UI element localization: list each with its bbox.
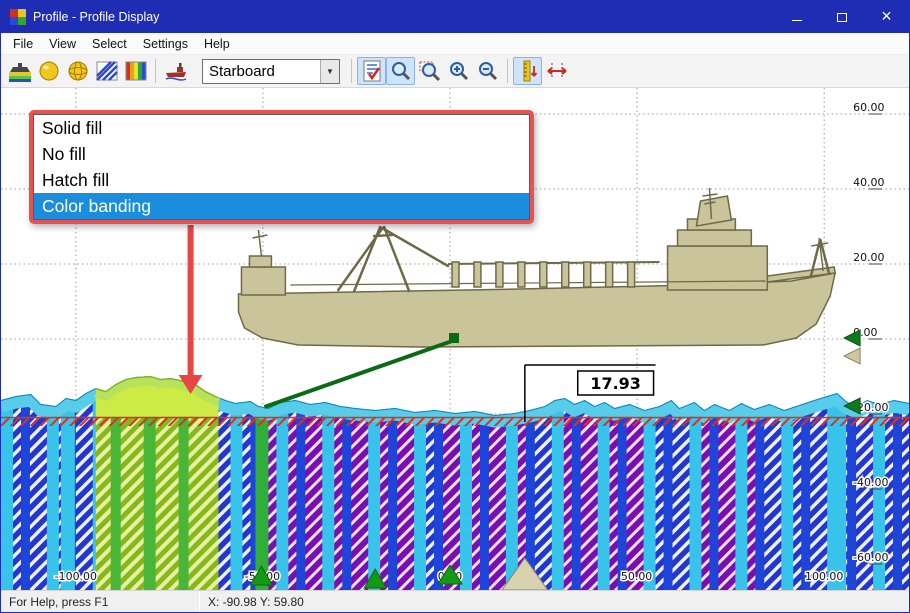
cursor-coordinates: X: -90.98 Y: 59.80 [200, 595, 304, 609]
measure-horizontal-icon[interactable] [542, 57, 571, 85]
window-title: Profile - Profile Display [33, 10, 774, 24]
side-select-value: Starboard [203, 63, 320, 80]
svg-text:-100.00: -100.00 [55, 570, 97, 583]
svg-text:100.00: 100.00 [805, 570, 843, 583]
seabed-profile [1, 376, 909, 590]
close-button[interactable] [864, 1, 909, 33]
verify-checklist-icon[interactable] [357, 57, 386, 85]
vessel-display-icon[interactable] [161, 57, 190, 85]
globe-grid-view-icon[interactable] [63, 57, 92, 85]
profile-display-icon[interactable] [5, 57, 34, 85]
menu-select[interactable]: Select [84, 34, 135, 54]
statusbar: For Help, press F1 X: -90.98 Y: 59.80 [1, 590, 909, 612]
app-window: Profile - Profile Display File View Sele… [0, 0, 910, 613]
svg-text:60.00: 60.00 [853, 101, 884, 114]
toolbar-separator [155, 59, 156, 83]
menu-view[interactable]: View [41, 34, 84, 54]
maximize-button[interactable] [819, 1, 864, 33]
svg-text:50.00: 50.00 [621, 570, 652, 583]
status-help-text: For Help, press F1 [1, 595, 199, 609]
close-icon [881, 7, 892, 27]
app-icon [10, 9, 26, 25]
svg-text:-60.00: -60.00 [853, 551, 888, 564]
menu-item-color-banding[interactable]: Color banding [34, 193, 529, 219]
globe-view-icon[interactable] [34, 57, 63, 85]
svg-text:40.00: 40.00 [853, 176, 884, 189]
zoom-out-icon[interactable] [473, 57, 502, 85]
toolbar-separator [507, 59, 508, 83]
hatch-fill-icon[interactable] [92, 57, 121, 85]
menu-file[interactable]: File [5, 34, 41, 54]
menu-help[interactable]: Help [196, 34, 238, 54]
minimize-button[interactable] [774, 1, 819, 33]
menu-item-solid-fill[interactable]: Solid fill [34, 115, 529, 141]
measurement-value: 17.93 [590, 374, 640, 393]
menu-settings[interactable]: Settings [135, 34, 196, 54]
design-depth-line [1, 417, 909, 426]
profile-chart[interactable]: 60.00 40.00 20.00 0.00 -20.00 -40.00 -60… [1, 88, 909, 590]
zoom-window-icon[interactable] [415, 57, 444, 85]
side-select-dropdown[interactable]: Starboard [202, 59, 340, 84]
menu-item-hatch-fill[interactable]: Hatch fill [34, 167, 529, 193]
fill-style-menu: Solid fill No fill Hatch fill Color band… [29, 110, 534, 224]
svg-text:-40.00: -40.00 [853, 476, 888, 489]
menubar: File View Select Settings Help [1, 33, 909, 55]
zoom-in-icon[interactable] [444, 57, 473, 85]
measure-vertical-icon[interactable] [513, 57, 542, 85]
titlebar: Profile - Profile Display [1, 1, 909, 33]
toolbar: Starboard [1, 55, 909, 88]
menu-item-no-fill[interactable]: No fill [34, 141, 529, 167]
red-arrow [179, 225, 203, 394]
color-bands-icon[interactable] [121, 57, 150, 85]
maximize-icon [837, 13, 847, 22]
chevron-down-icon[interactable] [320, 60, 339, 83]
toolbar-separator [351, 59, 352, 83]
zoom-icon[interactable] [386, 57, 415, 85]
minimize-icon [792, 20, 802, 21]
svg-text:20.00: 20.00 [853, 251, 884, 264]
